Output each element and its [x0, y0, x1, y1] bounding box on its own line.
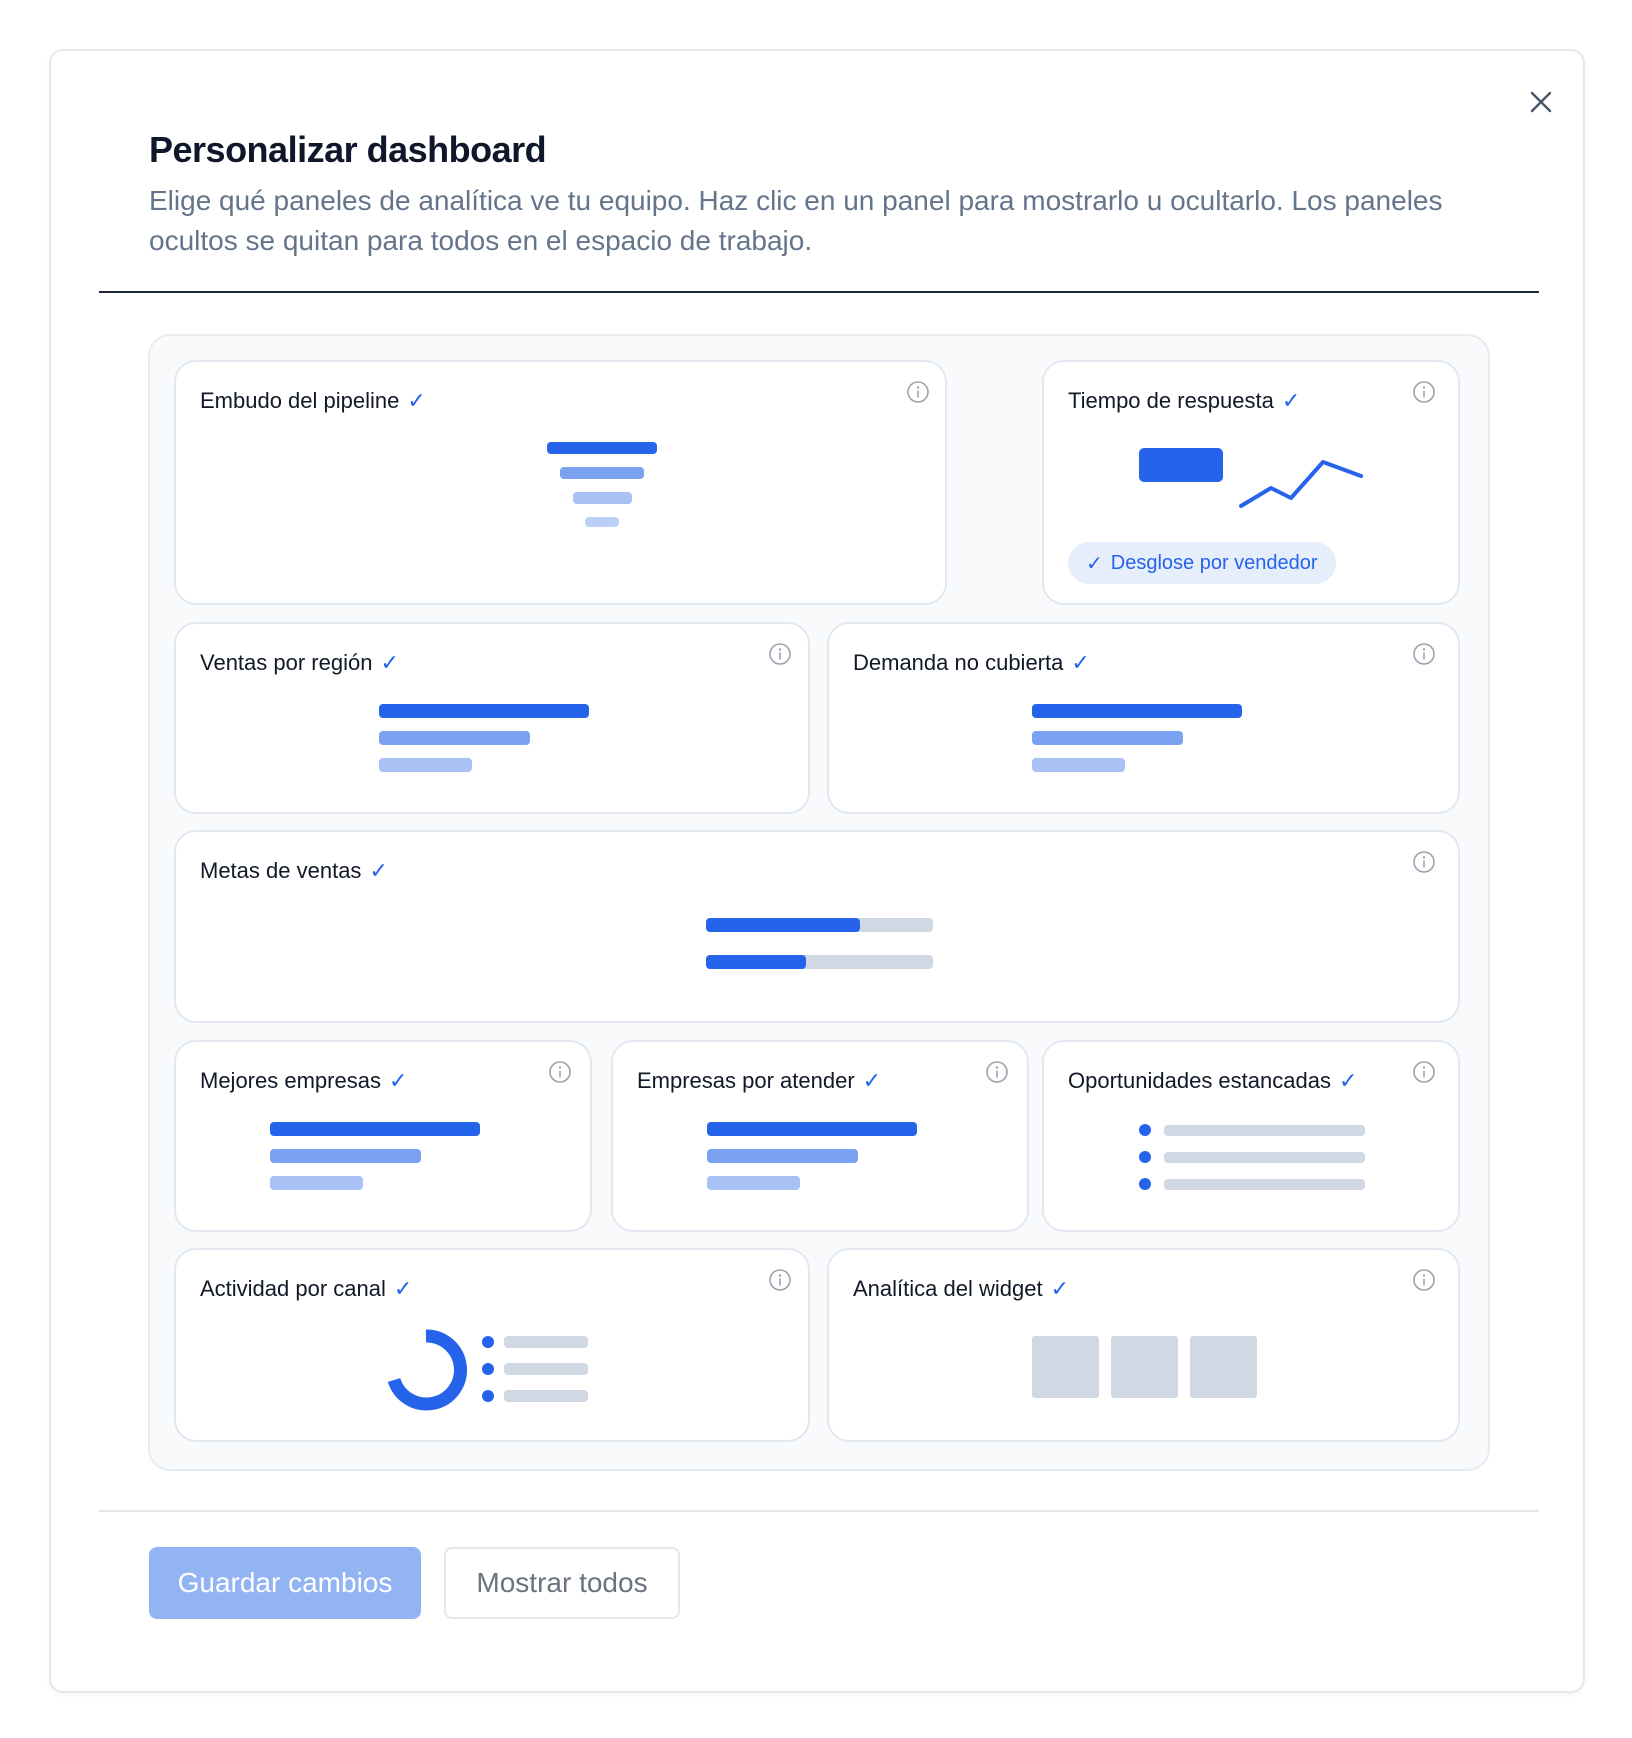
funnel-stage [547, 442, 657, 454]
legend-line [504, 1390, 588, 1402]
info-icon[interactable] [1412, 850, 1436, 874]
check-icon: ✓ [1050, 1276, 1069, 1301]
close-icon [1530, 91, 1552, 113]
bar [707, 1176, 800, 1190]
customize-dashboard-dialog: Personalizar dashboard Elige qué paneles… [49, 49, 1585, 1693]
panel-title: Tiempo de respuesta [1068, 388, 1274, 413]
panel-card-sales-by-region[interactable]: Ventas por región ✓ [174, 622, 810, 814]
legend-dot [482, 1363, 494, 1375]
list-line [1164, 1125, 1365, 1136]
stat-tile [1111, 1336, 1178, 1398]
goal-progress-track [706, 955, 933, 969]
stat-tile [1032, 1336, 1099, 1398]
bar [707, 1122, 917, 1136]
bar [1032, 731, 1183, 745]
donut-preview [387, 1329, 467, 1411]
check-icon: ✓ [388, 1068, 408, 1093]
panel-card-pipeline-funnel[interactable]: Embudo del pipeline ✓ [174, 360, 947, 605]
check-icon: ✓ [1086, 552, 1103, 575]
check-icon: ✓ [1071, 650, 1090, 675]
dialog-title: Personalizar dashboard [149, 129, 547, 170]
check-icon: ✓ [1281, 388, 1301, 413]
panel-title: Demanda no cubierta [853, 650, 1064, 675]
list-bullet [1139, 1124, 1151, 1136]
check-icon: ✓ [407, 388, 426, 413]
bar [270, 1149, 421, 1163]
dialog-description: Elige qué paneles de analítica ve tu equ… [149, 185, 1443, 256]
bar [1032, 758, 1125, 772]
info-icon[interactable] [1412, 380, 1436, 404]
panel-card-response-time[interactable]: Tiempo de respuesta ✓ ✓ Desglose por ven… [1042, 360, 1460, 605]
bar [379, 758, 472, 772]
check-icon: ✓ [393, 1276, 413, 1301]
goal-progress-fill [706, 955, 806, 969]
panel-title: Empresas por atender [637, 1068, 855, 1093]
info-icon[interactable] [768, 642, 792, 666]
check-icon: ✓ [1338, 1068, 1358, 1093]
info-icon[interactable] [1412, 1060, 1436, 1084]
funnel-stage [573, 492, 632, 504]
panel-card-top-companies[interactable]: Mejores empresas ✓ [174, 1040, 592, 1232]
bar [270, 1122, 480, 1136]
save-changes-button[interactable]: Guardar cambios [149, 1547, 421, 1619]
list-line [1164, 1179, 1365, 1190]
funnel-stage [560, 467, 644, 479]
info-icon[interactable] [1412, 1268, 1436, 1292]
panel-grid: Embudo del pipeline ✓ Tiempo de respuest… [148, 334, 1490, 1471]
panel-card-activity-by-channel[interactable]: Actividad por canal ✓ [174, 1248, 810, 1442]
footer-divider [99, 1510, 1539, 1512]
check-icon: ✓ [369, 858, 388, 883]
info-icon[interactable] [548, 1060, 572, 1084]
list-line [1164, 1152, 1365, 1163]
show-all-button[interactable]: Mostrar todos [444, 1547, 680, 1619]
panel-title: Analítica del widget [853, 1276, 1043, 1301]
list-bullet [1139, 1178, 1151, 1190]
panel-card-sales-goals[interactable]: Metas de ventas ✓ [174, 830, 1460, 1023]
goal-progress-track [706, 918, 933, 932]
breakdown-by-seller-toggle[interactable]: ✓ Desglose por vendedor [1068, 542, 1336, 584]
panel-card-widget-analytics[interactable]: Analítica del widget ✓ [827, 1248, 1460, 1442]
info-icon[interactable] [906, 380, 930, 404]
legend-dot [482, 1336, 494, 1348]
goal-progress-fill [706, 918, 861, 932]
panel-title: Ventas por región [200, 650, 373, 675]
legend-line [504, 1336, 588, 1348]
panel-title: Oportunidades estancadas [1068, 1068, 1331, 1093]
bar [270, 1176, 363, 1190]
panel-card-unmet-demand[interactable]: Demanda no cubierta ✓ [827, 622, 1460, 814]
info-icon[interactable] [768, 1268, 792, 1292]
legend-dot [482, 1390, 494, 1402]
panel-title: Mejores empresas [200, 1068, 381, 1093]
panel-title: Actividad por canal [200, 1276, 386, 1301]
info-icon[interactable] [985, 1060, 1009, 1084]
panel-card-companies-to-attend[interactable]: Empresas por atender ✓ [611, 1040, 1029, 1232]
panel-card-stalled-opportunities[interactable]: Oportunidades estancadas ✓ [1042, 1040, 1460, 1232]
metric-block [1139, 448, 1223, 482]
list-bullet [1139, 1151, 1151, 1163]
bar [707, 1149, 858, 1163]
stat-tile [1190, 1336, 1257, 1398]
check-icon: ✓ [862, 1068, 882, 1093]
breakdown-by-seller-label: Desglose por vendedor [1110, 551, 1318, 574]
panel-title: Embudo del pipeline [200, 388, 400, 413]
check-icon: ✓ [380, 650, 399, 675]
funnel-stage [585, 517, 619, 527]
trend-line-preview [1239, 460, 1363, 508]
bar [379, 704, 589, 718]
panel-title: Metas de ventas [200, 858, 362, 883]
close-button[interactable] [1523, 84, 1559, 120]
legend-line [504, 1363, 588, 1375]
bar [1032, 704, 1242, 718]
header-divider [99, 291, 1539, 293]
info-icon[interactable] [1412, 642, 1436, 666]
bar [379, 731, 530, 745]
